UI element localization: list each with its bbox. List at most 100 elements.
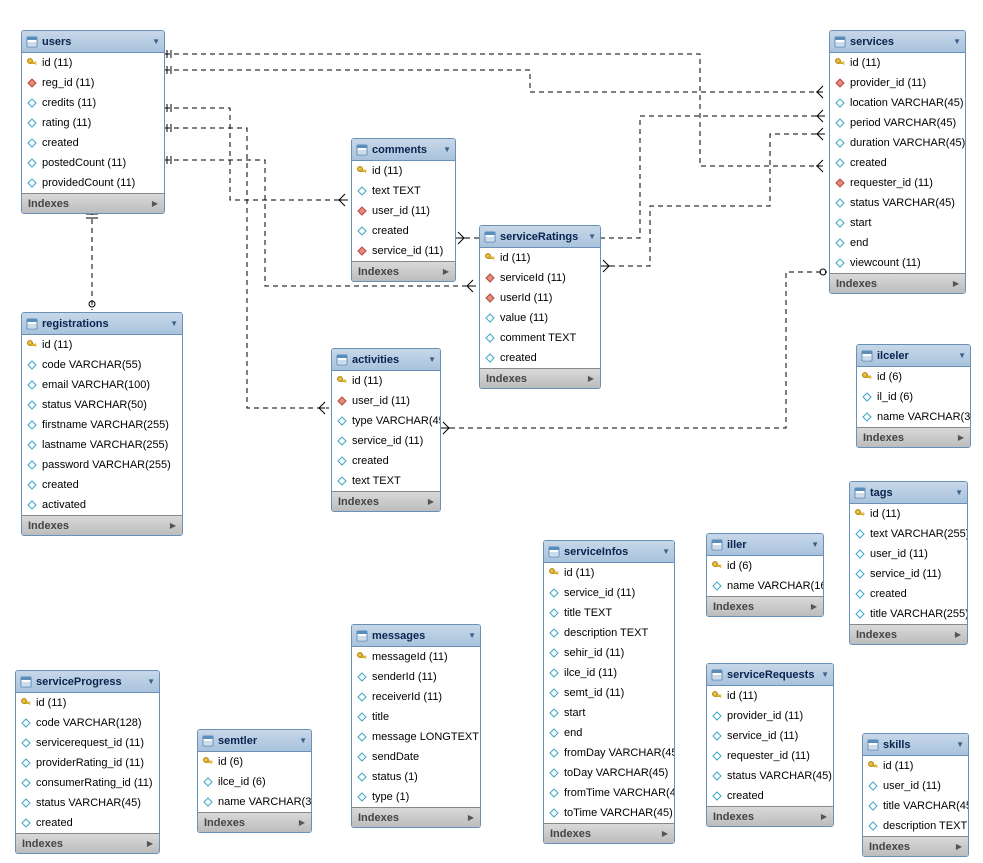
- table-ilceler[interactable]: ilceler▼id (6)il_id (6)name VARCHAR(32)I…: [856, 344, 971, 448]
- column-row[interactable]: id (11): [707, 686, 833, 706]
- column-row[interactable]: user_id (11): [850, 544, 967, 564]
- column-row[interactable]: providerRating_id (11): [16, 753, 159, 773]
- collapse-icon[interactable]: ▼: [299, 736, 307, 745]
- expand-right-icon[interactable]: ▶: [170, 521, 176, 530]
- column-row[interactable]: title VARCHAR(255): [850, 604, 967, 624]
- collapse-icon[interactable]: ▼: [958, 351, 966, 360]
- column-row[interactable]: toTime VARCHAR(45): [544, 803, 674, 823]
- column-row[interactable]: service_id (11): [707, 726, 833, 746]
- column-row[interactable]: created: [22, 475, 182, 495]
- column-row[interactable]: title: [352, 707, 480, 727]
- indexes-footer[interactable]: Indexes▶: [544, 823, 674, 843]
- indexes-footer[interactable]: Indexes▶: [830, 273, 965, 293]
- table-header[interactable]: semtler▼: [198, 730, 311, 752]
- column-row[interactable]: id (11): [480, 248, 600, 268]
- expand-right-icon[interactable]: ▶: [958, 433, 964, 442]
- table-serviceRequests[interactable]: serviceRequests▼id (11)provider_id (11)s…: [706, 663, 834, 827]
- column-row[interactable]: created: [332, 451, 440, 471]
- column-row[interactable]: id (6): [857, 367, 970, 387]
- column-row[interactable]: il_id (6): [857, 387, 970, 407]
- column-row[interactable]: ilce_id (11): [544, 663, 674, 683]
- table-header[interactable]: serviceProgress▼: [16, 671, 159, 693]
- column-row[interactable]: text TEXT: [352, 181, 455, 201]
- table-header[interactable]: tags▼: [850, 482, 967, 504]
- column-row[interactable]: id (11): [830, 53, 965, 73]
- table-iller[interactable]: iller▼id (6)name VARCHAR(16)Indexes▶: [706, 533, 824, 617]
- column-row[interactable]: message LONGTEXT: [352, 727, 480, 747]
- column-row[interactable]: end: [544, 723, 674, 743]
- column-row[interactable]: semt_id (11): [544, 683, 674, 703]
- column-row[interactable]: activated: [22, 495, 182, 515]
- column-row[interactable]: servicerequest_id (11): [16, 733, 159, 753]
- table-header[interactable]: serviceRatings▼: [480, 226, 600, 248]
- collapse-icon[interactable]: ▼: [955, 488, 963, 497]
- column-row[interactable]: id (6): [707, 556, 823, 576]
- column-row[interactable]: sehir_id (11): [544, 643, 674, 663]
- column-row[interactable]: id (11): [352, 161, 455, 181]
- column-row[interactable]: userId (11): [480, 288, 600, 308]
- column-row[interactable]: start: [544, 703, 674, 723]
- table-registrations[interactable]: registrations▼id (11)code VARCHAR(55)ema…: [21, 312, 183, 536]
- table-header[interactable]: skills▼: [863, 734, 968, 756]
- column-row[interactable]: duration VARCHAR(45): [830, 133, 965, 153]
- column-row[interactable]: created: [22, 133, 164, 153]
- collapse-icon[interactable]: ▼: [152, 37, 160, 46]
- column-row[interactable]: text TEXT: [332, 471, 440, 491]
- column-row[interactable]: user_id (11): [863, 776, 968, 796]
- column-row[interactable]: comment TEXT: [480, 328, 600, 348]
- column-row[interactable]: firstname VARCHAR(255): [22, 415, 182, 435]
- column-row[interactable]: status (1): [352, 767, 480, 787]
- column-row[interactable]: type (1): [352, 787, 480, 807]
- column-row[interactable]: id (6): [198, 752, 311, 772]
- column-row[interactable]: location VARCHAR(45): [830, 93, 965, 113]
- indexes-footer[interactable]: Indexes▶: [707, 596, 823, 616]
- column-row[interactable]: service_id (11): [332, 431, 440, 451]
- table-serviceProgress[interactable]: serviceProgress▼id (11)code VARCHAR(128)…: [15, 670, 160, 854]
- table-users[interactable]: users▼id (11)reg_id (11)credits (11)rati…: [21, 30, 165, 214]
- collapse-icon[interactable]: ▼: [588, 232, 596, 241]
- column-row[interactable]: id (11): [850, 504, 967, 524]
- column-row[interactable]: fromDay VARCHAR(45): [544, 743, 674, 763]
- collapse-icon[interactable]: ▼: [662, 547, 670, 556]
- column-row[interactable]: service_id (11): [544, 583, 674, 603]
- indexes-footer[interactable]: Indexes▶: [198, 812, 311, 832]
- column-row[interactable]: id (11): [863, 756, 968, 776]
- expand-right-icon[interactable]: ▶: [956, 842, 962, 851]
- table-serviceRatings[interactable]: serviceRatings▼id (11)serviceId (11)user…: [479, 225, 601, 389]
- column-row[interactable]: title TEXT: [544, 603, 674, 623]
- column-row[interactable]: status VARCHAR(45): [830, 193, 965, 213]
- expand-right-icon[interactable]: ▶: [955, 630, 961, 639]
- collapse-icon[interactable]: ▼: [956, 740, 964, 749]
- expand-right-icon[interactable]: ▶: [953, 279, 959, 288]
- table-activities[interactable]: activities▼id (11)user_id (11)type VARCH…: [331, 348, 441, 512]
- indexes-footer[interactable]: Indexes▶: [850, 624, 967, 644]
- indexes-footer[interactable]: Indexes▶: [863, 836, 968, 856]
- column-row[interactable]: name VARCHAR(16): [707, 576, 823, 596]
- column-row[interactable]: id (11): [332, 371, 440, 391]
- table-comments[interactable]: comments▼id (11)text TEXTuser_id (11)cre…: [351, 138, 456, 282]
- column-row[interactable]: created: [16, 813, 159, 833]
- collapse-icon[interactable]: ▼: [953, 37, 961, 46]
- column-row[interactable]: description TEXT: [863, 816, 968, 836]
- column-row[interactable]: fromTime VARCHAR(45): [544, 783, 674, 803]
- collapse-icon[interactable]: ▼: [147, 677, 155, 686]
- column-row[interactable]: toDay VARCHAR(45): [544, 763, 674, 783]
- column-row[interactable]: value (11): [480, 308, 600, 328]
- column-row[interactable]: credits (11): [22, 93, 164, 113]
- table-header[interactable]: serviceRequests▼: [707, 664, 833, 686]
- column-row[interactable]: start: [830, 213, 965, 233]
- column-row[interactable]: code VARCHAR(128): [16, 713, 159, 733]
- indexes-footer[interactable]: Indexes▶: [16, 833, 159, 853]
- indexes-footer[interactable]: Indexes▶: [22, 193, 164, 213]
- column-row[interactable]: id (11): [22, 335, 182, 355]
- column-row[interactable]: messageId (11): [352, 647, 480, 667]
- table-serviceInfos[interactable]: serviceInfos▼id (11)service_id (11)title…: [543, 540, 675, 844]
- table-header[interactable]: iller▼: [707, 534, 823, 556]
- collapse-icon[interactable]: ▼: [821, 670, 829, 679]
- expand-right-icon[interactable]: ▶: [662, 829, 668, 838]
- expand-right-icon[interactable]: ▶: [588, 374, 594, 383]
- table-header[interactable]: messages▼: [352, 625, 480, 647]
- column-row[interactable]: status VARCHAR(45): [16, 793, 159, 813]
- column-row[interactable]: id (11): [16, 693, 159, 713]
- expand-right-icon[interactable]: ▶: [147, 839, 153, 848]
